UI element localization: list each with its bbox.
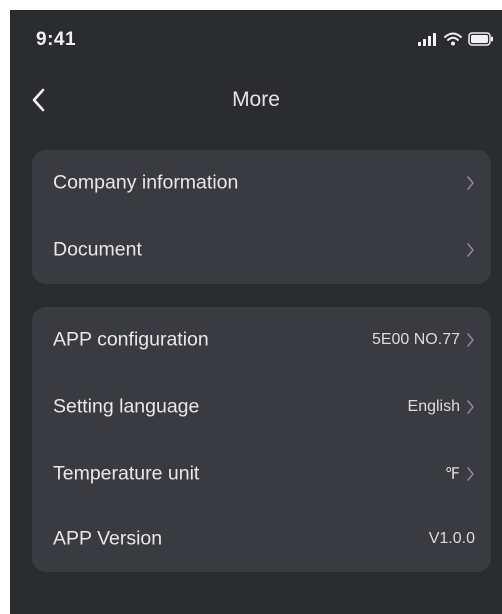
row-right: English (408, 398, 475, 416)
chevron-right-icon (467, 467, 474, 481)
settings-group: APP configuration 5E00 NO.77 Setting lan… (32, 307, 491, 572)
row-label: APP Version (53, 527, 163, 550)
setting-language-row[interactable]: Setting language English (32, 374, 491, 440)
temperature-unit-row[interactable]: Temperature unit ℉ (32, 441, 491, 507)
temperature-unit-value: ℉ (444, 466, 460, 483)
row-right: 5E00 NO.77 (372, 331, 475, 349)
chevron-right-icon (467, 333, 474, 347)
row-right: ℉ (445, 464, 475, 484)
info-group: Company information Document (32, 150, 491, 284)
navigation-bar: More (10, 78, 502, 122)
company-information-row[interactable]: Company information (32, 150, 491, 216)
chevron-right-icon (467, 176, 474, 190)
page-title: More (232, 88, 280, 111)
battery-icon (468, 32, 493, 46)
document-row[interactable]: Document (32, 217, 491, 283)
app-version-value: V1.0.0 (428, 530, 475, 547)
row-right (466, 175, 475, 191)
row-right: V1.0.0 (429, 530, 475, 548)
row-label: APP configuration (53, 328, 209, 351)
row-label: Document (53, 238, 142, 261)
row-label: Temperature unit (53, 462, 200, 485)
language-value: English (407, 398, 460, 415)
row-label: Company information (53, 171, 239, 194)
status-bar: 9:41 (10, 10, 502, 70)
row-right (466, 242, 475, 258)
signal-icon (418, 33, 436, 46)
phone-screen: 9:41 More Company information Document A… (10, 10, 502, 614)
wifi-icon (444, 32, 462, 46)
app-configuration-row[interactable]: APP configuration 5E00 NO.77 (32, 307, 491, 373)
row-label: Setting language (53, 395, 200, 418)
status-icons (418, 32, 494, 46)
status-time: 9:41 (36, 29, 77, 50)
chevron-right-icon (467, 243, 474, 257)
chevron-right-icon (467, 400, 474, 414)
app-configuration-value: 5E00 NO.77 (371, 331, 460, 348)
app-version-row: APP Version V1.0.0 (32, 506, 491, 572)
